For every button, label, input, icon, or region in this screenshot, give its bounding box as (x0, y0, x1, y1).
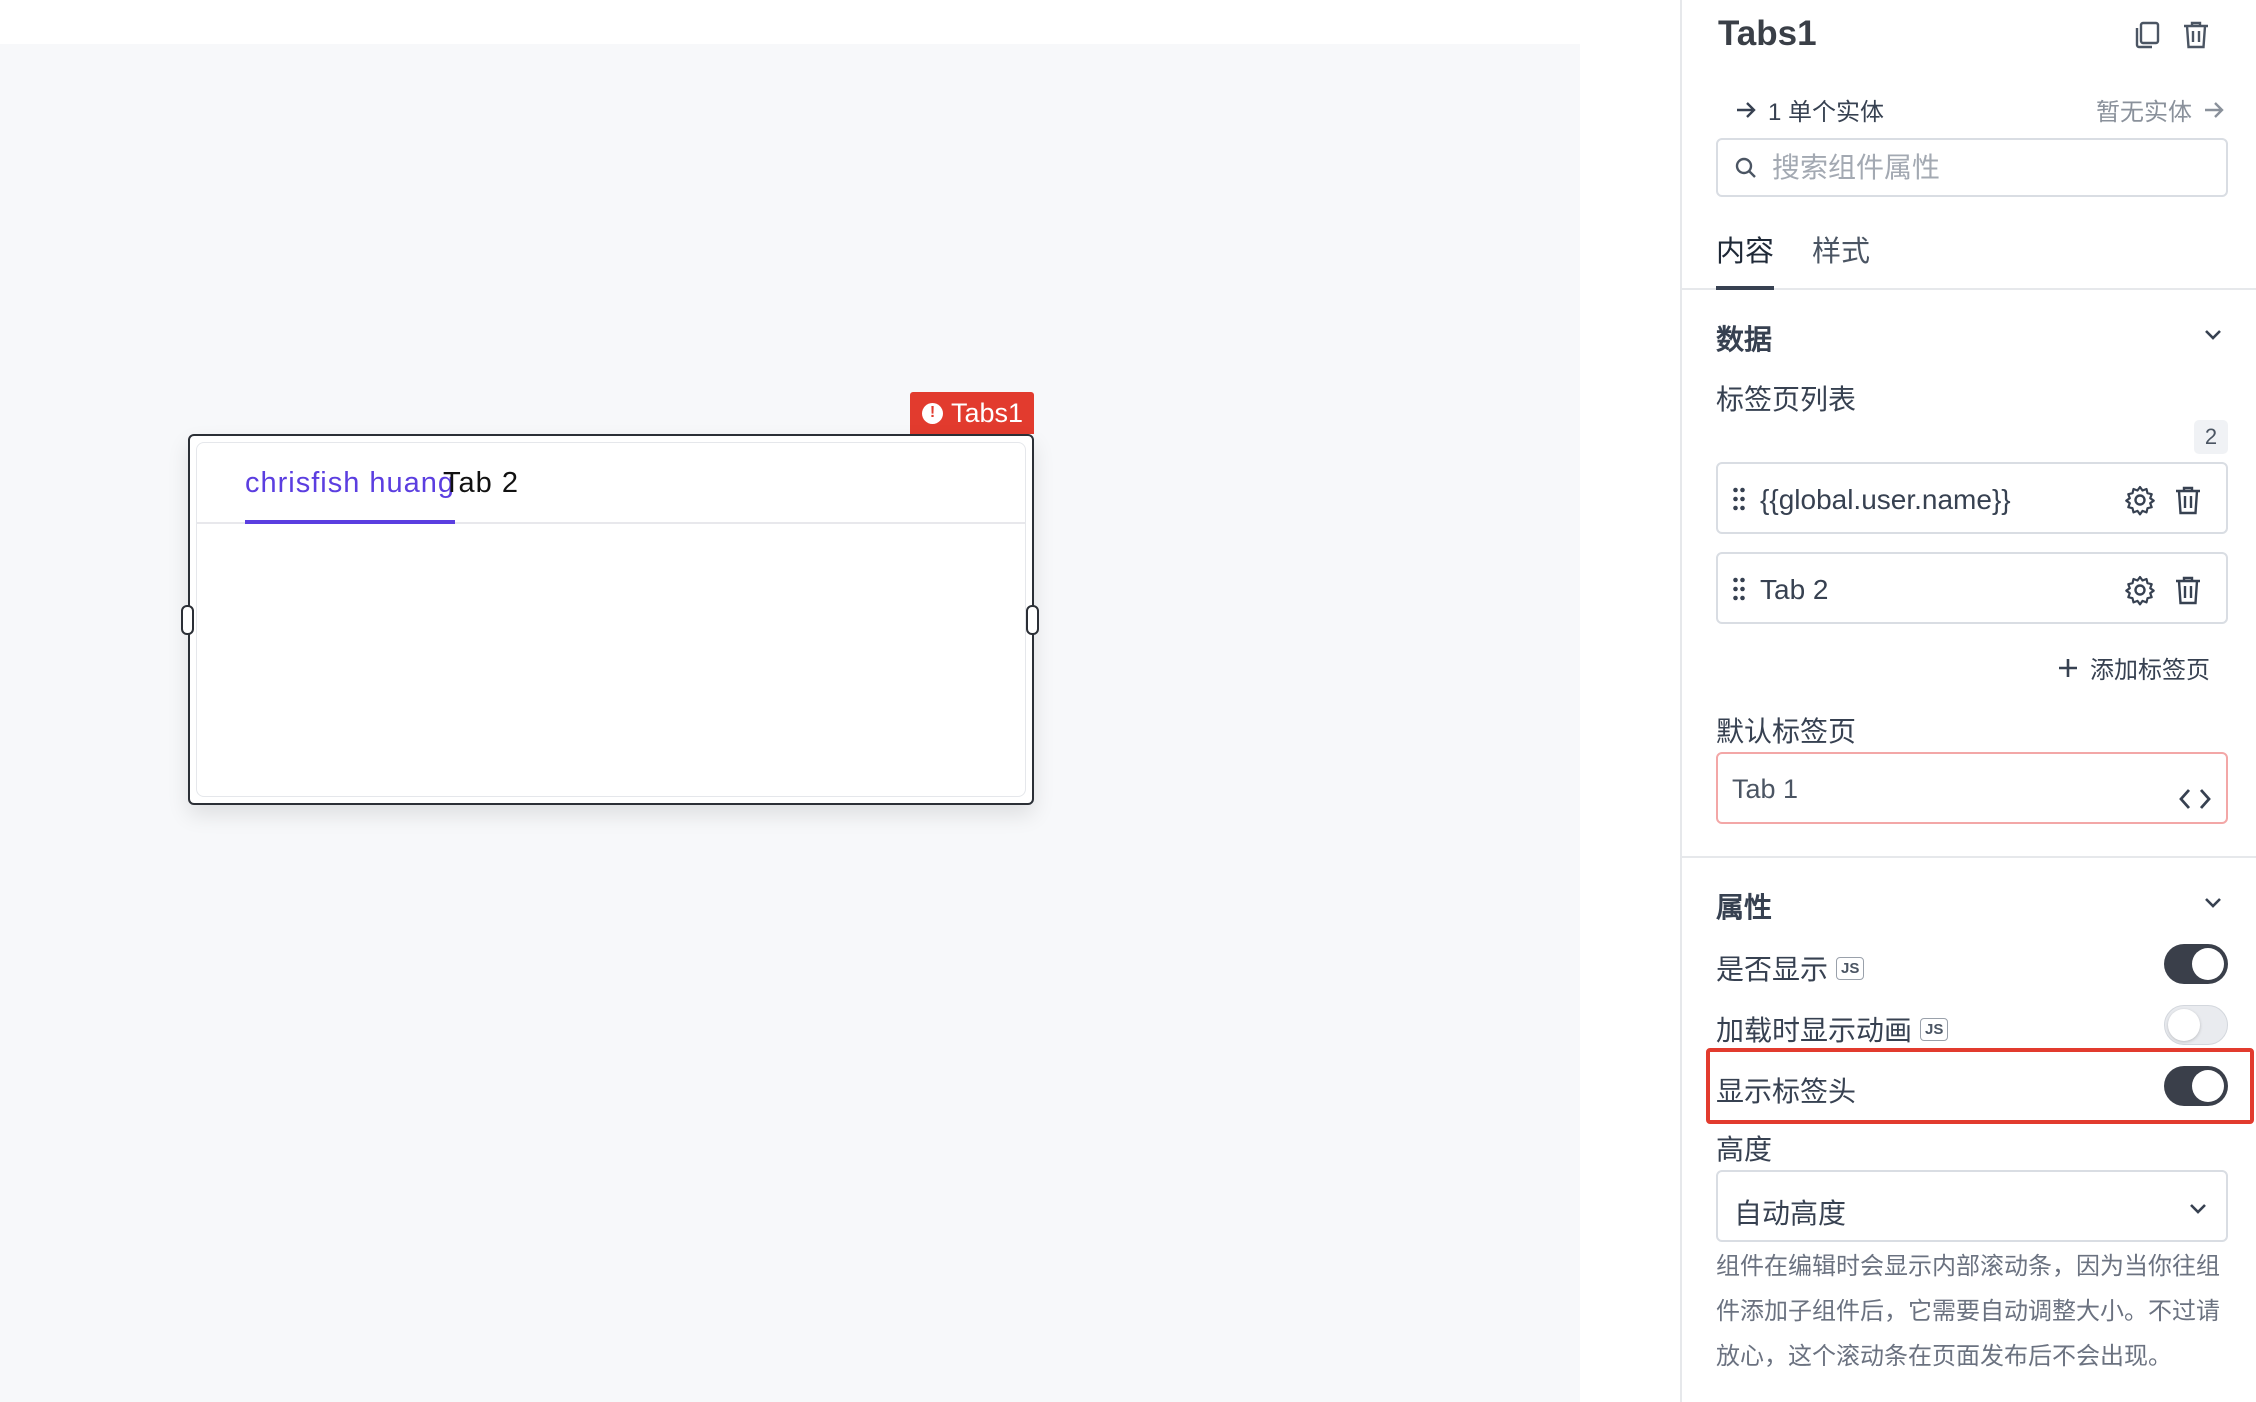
component-label[interactable]: ! Tabs1 (910, 392, 1034, 434)
toggle-knob (2192, 948, 2224, 980)
section-title-props: 属性 (1716, 892, 1773, 923)
arrow-right-icon (1737, 101, 1756, 118)
height-label: 高度 (1716, 1134, 1773, 1165)
tab-list-label: 标签页列表 (1716, 384, 1857, 415)
tabs-container: chrisfish huang Tab 2 (196, 442, 1026, 797)
search-input[interactable] (1772, 151, 2192, 184)
section-divider (1682, 856, 2256, 858)
entity-link-right[interactable]: 暂无实体 (2096, 92, 2226, 127)
add-tab-label: 添加标签页 (2090, 657, 2210, 684)
prop-label-loading-animation: 加载时显示动画 JS (1716, 1009, 1949, 1049)
tab-count-badge: 2 (2194, 420, 2228, 454)
prop-label-visible: 是否显示 JS (1716, 948, 1865, 988)
drag-handle-icon[interactable] (1732, 576, 1746, 602)
tab-chrisfish-huang[interactable]: chrisfish huang (245, 467, 456, 524)
js-badge[interactable]: JS (1836, 956, 1865, 980)
arrow-right-icon (2205, 101, 2224, 118)
tab-header: chrisfish huang Tab 2 (197, 443, 1025, 524)
entity-right-text: 暂无实体 (2096, 99, 2192, 126)
chevron-down-icon (2190, 1204, 2206, 1214)
default-tab-input[interactable]: Tab 1 (1716, 752, 2228, 824)
tab-2[interactable]: Tab 2 (443, 467, 519, 524)
prop-visible-text: 是否显示 (1716, 954, 1829, 985)
gear-icon[interactable] (2124, 484, 2156, 516)
drag-handle-icon[interactable] (1732, 486, 1746, 512)
section-title-data: 数据 (1716, 324, 1773, 355)
tab-list-item-label: {{global.user.name}} (1760, 484, 2011, 515)
tab-style[interactable]: 样式 (1812, 228, 1870, 290)
panel-tabs: 内容 样式 (1682, 218, 2256, 290)
tabs-component[interactable]: chrisfish huang Tab 2 (188, 434, 1034, 805)
prop-loading-text: 加载时显示动画 (1716, 1015, 1913, 1046)
panel-title: Tabs1 (1718, 14, 1817, 53)
highlight-box (1706, 1048, 2254, 1124)
entity-link-left[interactable]: 1 单个实体 (1734, 92, 1884, 127)
height-select[interactable]: 自动高度 (1716, 1170, 2228, 1242)
js-badge[interactable]: JS (1920, 1017, 1949, 1041)
default-tab-label: 默认标签页 (1716, 716, 1857, 747)
search-icon (1735, 157, 1756, 178)
add-tab-button[interactable]: 添加标签页 (2056, 650, 2210, 685)
chevron-down-icon[interactable] (2200, 322, 2226, 348)
tab-list-item[interactable]: {{global.user.name}} (1716, 462, 2228, 534)
default-tab-value: Tab 1 (1732, 774, 1799, 804)
gear-icon[interactable] (2124, 574, 2156, 606)
toggle-loading-animation[interactable] (2164, 1005, 2228, 1045)
entity-row: 1 单个实体 暂无实体 (1734, 92, 2226, 126)
height-help-text: 组件在编辑时会显示内部滚动条，因为当你往组件添加子组件后，它需要自动调整大小。不… (1716, 1253, 2220, 1370)
copy-icon[interactable] (2131, 18, 2165, 52)
tab-content[interactable]: 内容 (1716, 228, 1775, 290)
height-select-value: 自动高度 (1734, 1198, 1847, 1229)
trash-icon[interactable] (2173, 484, 2203, 516)
search-box[interactable] (1716, 138, 2228, 197)
property-panel: Tabs1 1 单个实体 暂无实体 内容 样式 数据 标签页列表 2 {{glo… (1680, 0, 2256, 1402)
delete-icon[interactable] (2179, 18, 2213, 52)
tab-list-item[interactable]: Tab 2 (1716, 552, 2228, 624)
resize-handle-right[interactable] (1026, 605, 1039, 635)
toggle-knob (2168, 1008, 2200, 1041)
tab-list-item-label: Tab 2 (1760, 574, 1829, 605)
prop-row-visible: 是否显示 JS (1716, 944, 2228, 988)
code-icon[interactable] (2178, 786, 2212, 812)
chevron-down-icon[interactable] (2200, 890, 2226, 916)
component-label-text: Tabs1 (951, 397, 1024, 428)
prop-row-loading-animation: 加载时显示动画 JS (1716, 1005, 2228, 1049)
toggle-visible[interactable] (2164, 944, 2228, 984)
warning-icon: ! (922, 402, 943, 424)
resize-handle-left[interactable] (181, 605, 194, 635)
entity-left-text: 1 单个实体 (1768, 99, 1885, 126)
trash-icon[interactable] (2173, 574, 2203, 606)
plus-icon (2059, 658, 2077, 677)
